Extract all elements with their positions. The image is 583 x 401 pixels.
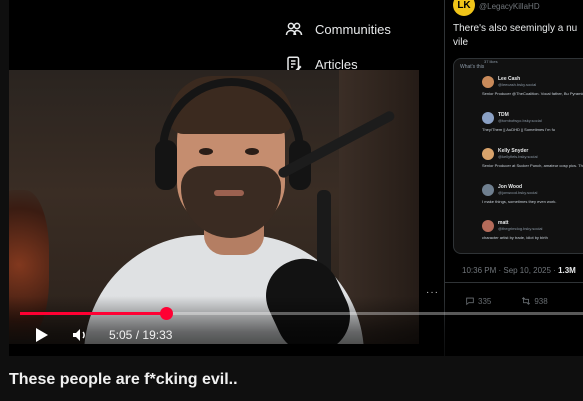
embed-reply-bio: Senior Producer @TheCoalition. Vocal fat… [482,91,583,96]
embed-reply-bio: Senior Producer at Sucker Punch, amateur… [482,163,583,168]
x-post-text: There's also seemingly a nu vile [453,22,583,50]
embed-reply-handle: @tombofwyo.bsky.social [498,118,542,123]
embed-reply-avatar [482,148,494,160]
progress-played [20,312,167,315]
embed-reply-row: TDM @tombofwyo.bsky.social They/Them || Au… [460,109,583,143]
embed-reply-avatar [482,112,494,124]
embed-reply-row: Jon Wood @jonwood.bsky.social I make thing… [460,181,583,215]
embed-header: What's this [460,64,485,70]
controls-gradient [9,296,583,356]
communities-icon [285,22,303,36]
video-player[interactable]: Communities Articles LK @LegacyKillaHD T… [9,0,583,356]
embed-reply-row: Lee Cash @leecash.bsky.social Senior Produ… [460,73,583,107]
x-post-text-line2: vile [453,37,469,48]
embed-reply-handle: @jonwood.bsky.social [498,190,538,195]
streamer-mouth [214,190,244,196]
x-post-views: 1.3M [558,266,576,275]
embed-reply-row: matt @thegrimdog.bsky.social character art… [460,217,583,251]
headphone-earcup-left [155,140,177,190]
volume-button[interactable] [70,326,90,344]
play-button[interactable] [33,325,51,345]
embed-reply-bio: They/Them || AuDHD || Sometimes I'm fu [482,127,555,132]
embed-reply-avatar [482,220,494,232]
x-post-handle: @LegacyKillaHD [479,2,540,11]
x-post-text-line1: There's also seemingly a nu [453,23,578,34]
play-icon [36,328,48,342]
x-post-divider [445,282,583,283]
streamer-beard [181,166,281,238]
x-post-meta: 10:36 PM · Sep 10, 2025 · 1.3M [462,266,576,275]
embed-reply-handle: @kellyfiels.bsky.social [498,154,538,159]
embed-reply-row: Kelly Snyder @kellyfiels.bsky.social Senio… [460,145,583,179]
embed-reply-bio: character artist by trade, idiot by birt… [482,235,548,240]
x-post-time: 10:36 PM · Sep 10, 2025 · [462,266,559,275]
time-display: 5:05 / 19:33 [109,328,172,342]
progress-bar[interactable] [20,307,583,320]
x-nav-communities: Communities [285,20,391,38]
youtube-page: Communities Articles LK @LegacyKillaHD T… [0,0,583,401]
video-title[interactable]: These people are f*cking evil.. [9,371,238,389]
current-time: 5:05 [109,328,133,342]
volume-icon [73,329,85,341]
x-post-embedded-image: 37 likes What's this Lee Cash @leecash.bs… [453,58,583,254]
progress-scrubber[interactable] [159,307,173,320]
embed-reply-handle: @thegrimdog.bsky.social [498,226,543,231]
embed-reply-avatar [482,184,494,196]
embed-reply-avatar [482,76,494,88]
x-post-avatar: LK [453,0,475,16]
embed-reply-handle: @leecash.bsky.social [498,82,537,87]
embed-likes: 37 likes [484,59,498,64]
x-nav-communities-label: Communities [315,21,391,37]
time-separator: / [135,328,140,342]
duration: 19:33 [142,328,173,342]
embed-reply-bio: I make things, sometimes they even work. [482,199,557,204]
